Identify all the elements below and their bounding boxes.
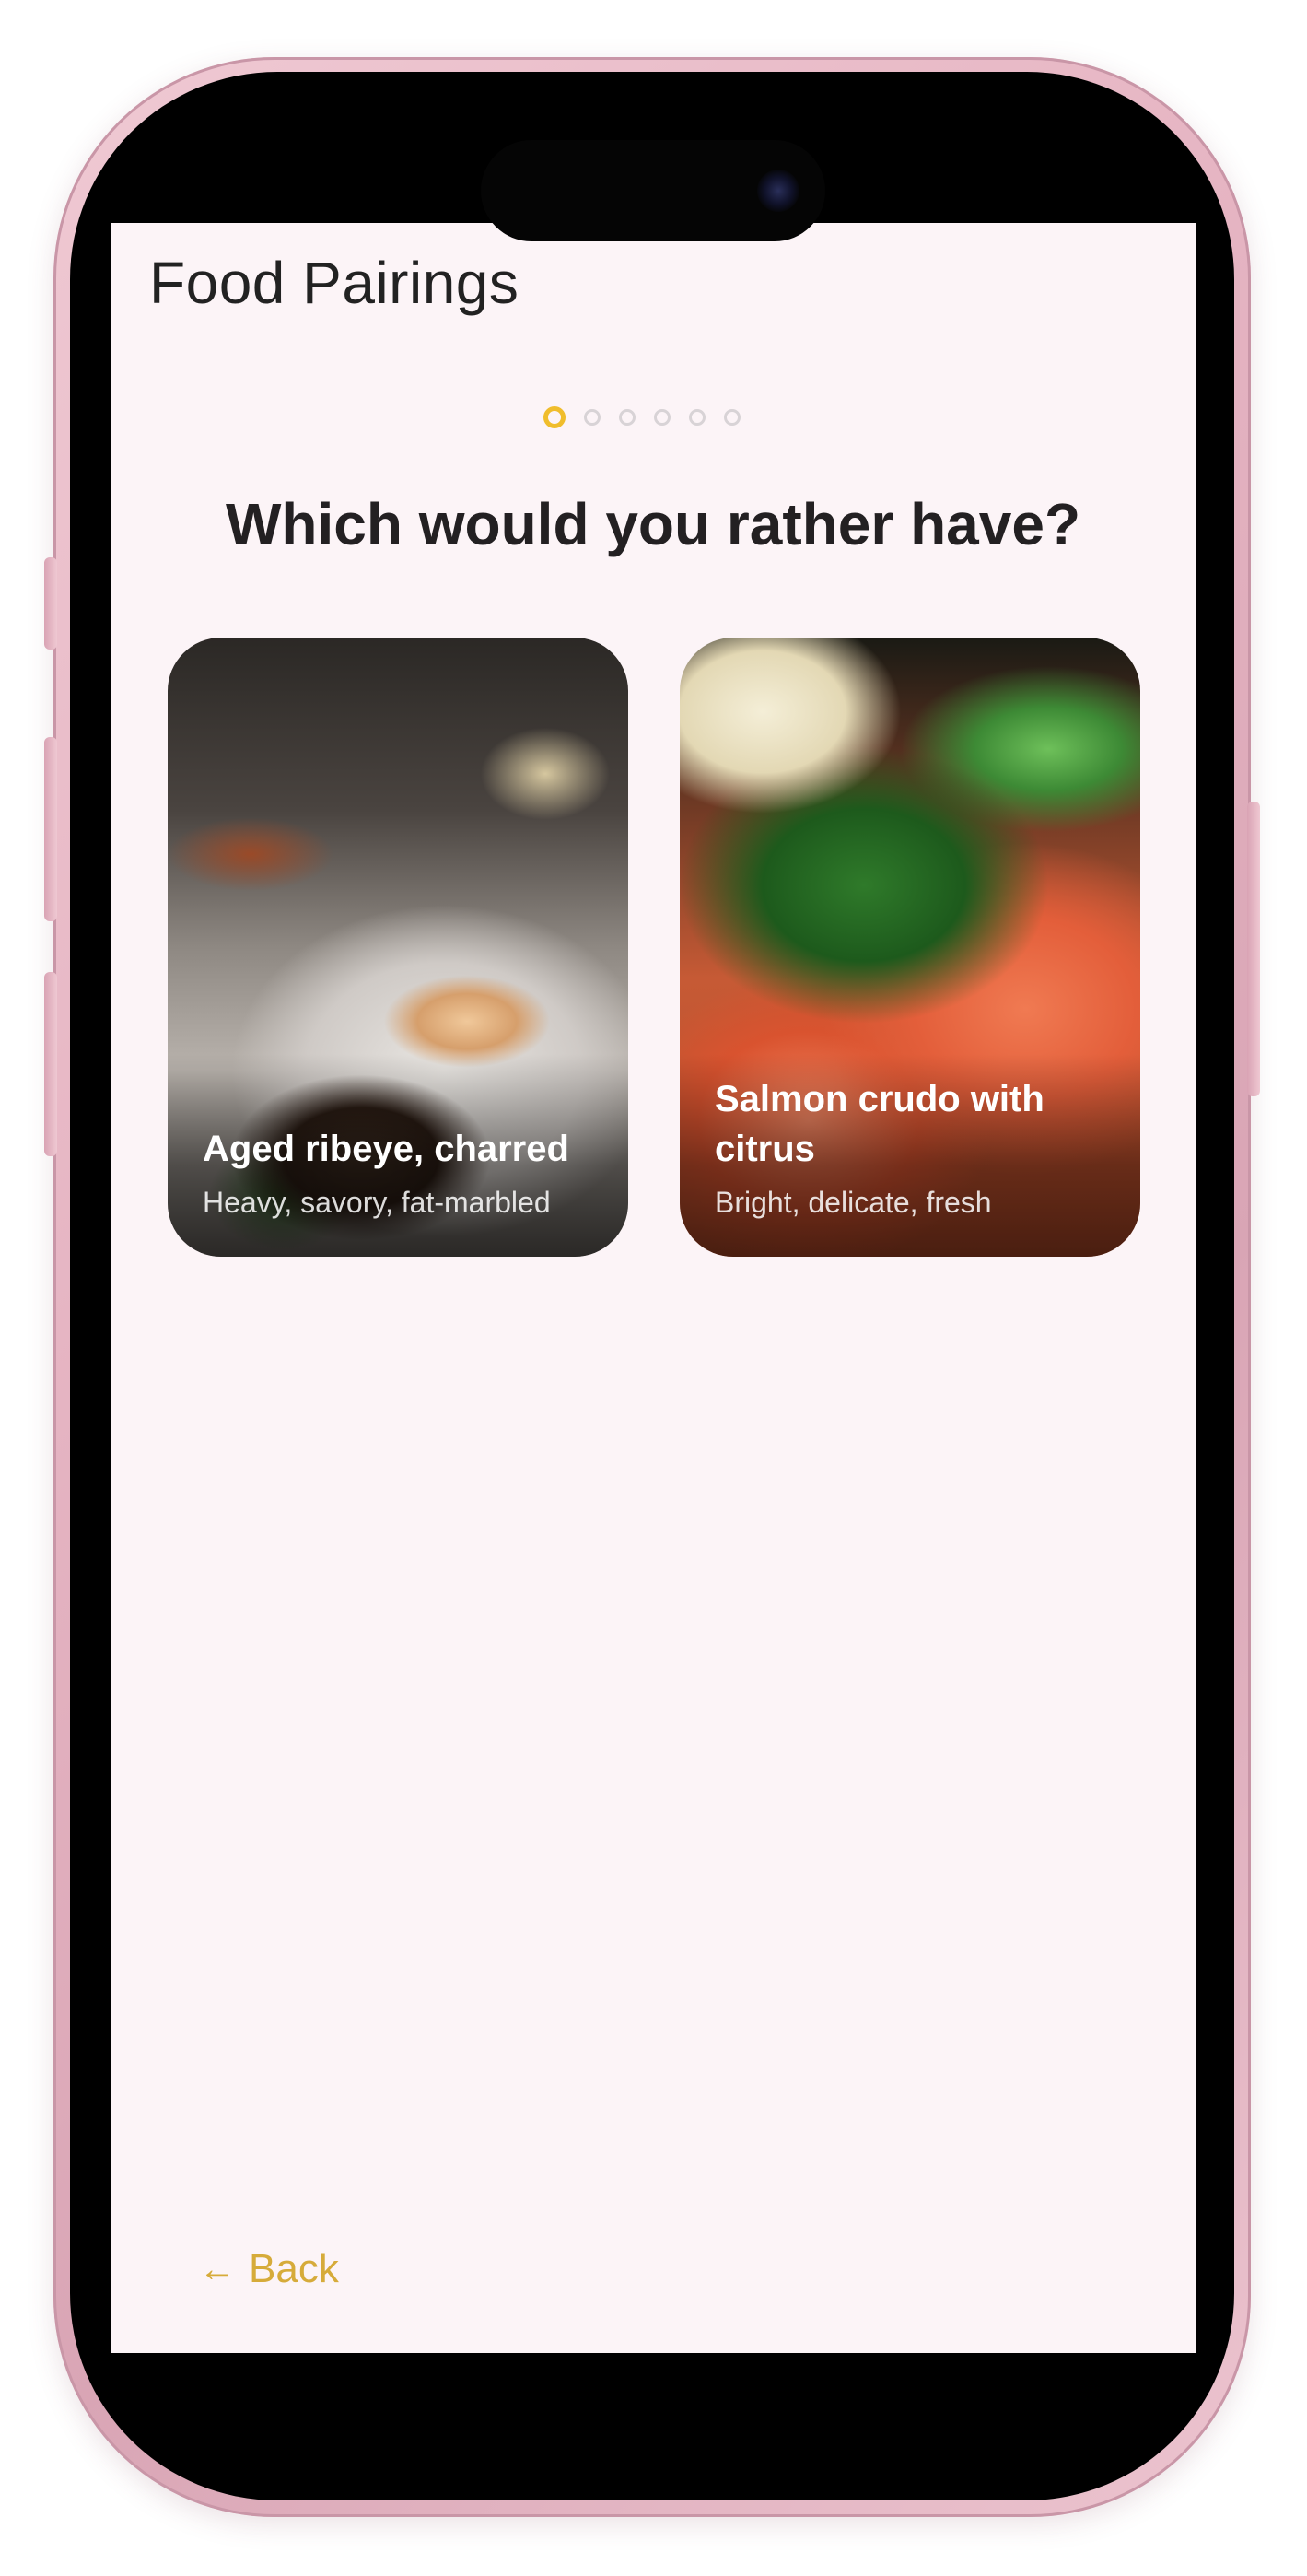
dynamic-island [481,140,825,241]
volume-down-button [44,972,57,1156]
volume-up-button [44,737,57,921]
option-subtitle: Heavy, savory, fat-marbled [203,1186,551,1219]
option-title: Salmon crudo with citrus [715,1079,1044,1169]
arrow-left-icon: ← [199,2248,236,2289]
progress-dot-4 [654,409,671,426]
progress-dot-2 [584,409,601,426]
option-card-salmon[interactable]: Salmon crudo with citrus Bright, delicat… [680,638,1140,1257]
front-camera-icon [757,170,799,212]
progress-dot-3 [619,409,636,426]
action-button [44,557,57,650]
back-button[interactable]: ← Back [199,2246,339,2292]
option-subtitle: Bright, delicate, fresh [715,1186,992,1219]
page-title: Food Pairings [149,250,519,316]
app-screen: Food Pairings Which would you rather hav… [111,223,1196,2353]
option-title: Aged ribeye, charred [203,1129,569,1169]
progress-dot-1 [543,406,566,428]
progress-dot-5 [689,409,706,426]
power-button [1247,802,1260,1096]
back-button-label: Back [249,2246,339,2291]
progress-dot-6 [724,409,741,426]
progress-dots [543,406,741,428]
question-heading: Which would you rather have? [225,491,1081,557]
option-card-ribeye[interactable]: Aged ribeye, charred Heavy, savory, fat-… [168,638,628,1257]
